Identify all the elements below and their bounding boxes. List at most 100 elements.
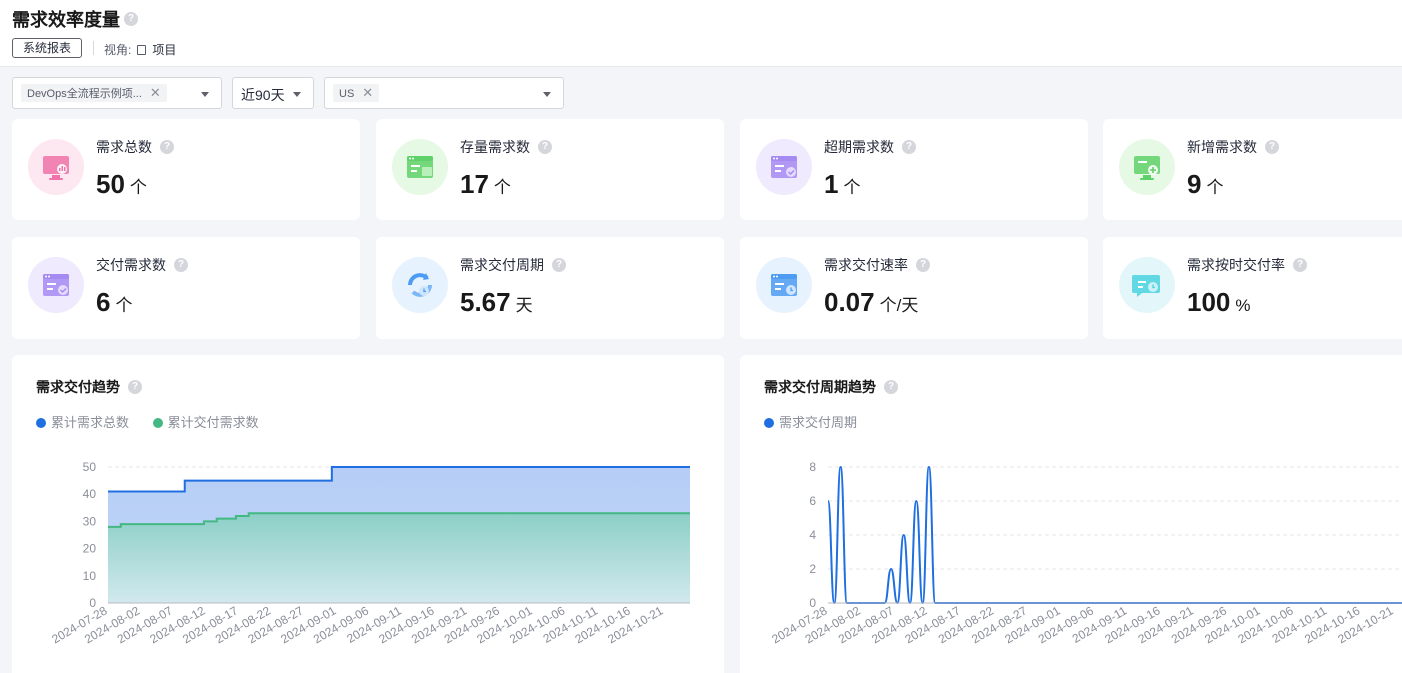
y-tick-label: 4 [809,528,816,542]
help-icon[interactable]: ? [1265,140,1279,155]
metric-number: 6 [96,287,111,317]
y-tick-label: 2 [809,562,816,576]
remove-tag-icon[interactable]: ✕ [362,85,373,100]
metric-label-text: 新增需求数 [1187,139,1257,155]
view-perspective: 视角: 项目 [104,41,176,58]
metric-label: 需求总数? [96,137,174,157]
window-clock-icon [771,274,797,296]
period-select[interactable]: 近90天 [232,77,314,109]
help-icon[interactable]: ? [552,258,566,273]
chevron-down-icon[interactable] [543,92,551,97]
remove-tag-icon[interactable]: ✕ [150,85,161,100]
y-tick-label: 20 [83,542,97,556]
metric-label-text: 需求总数 [96,139,152,155]
monitor-chart-icon [43,156,69,180]
type-tag: US ✕ [333,84,380,102]
monitor-plus-icon [1134,156,1160,180]
metric-card: 需求总数? 50 个 [12,119,360,220]
help-icon[interactable]: ? [538,140,552,155]
metric-card: 需求按时交付率? 100% [1103,237,1402,339]
view-value: 项目 [152,43,177,57]
metric-card: 存量需求数? 17 个 [376,119,724,220]
help-icon[interactable]: ? [916,258,930,273]
project-select[interactable]: DevOps全流程示例项... ✕ [12,77,222,109]
cycle-clock-icon [408,273,432,297]
chat-clock-icon [1132,275,1160,297]
metric-icon-bg [392,139,448,195]
cycle-trend-card: 需求交付周期趋势? 需求交付周期 0 2 4 6 8 2024-07-28 2024-08-… [740,355,1402,673]
metric-label: 需求按时交付率? [1187,255,1307,275]
y-tick-label: 40 [83,487,97,501]
metric-number: 5.67 [460,287,511,317]
metric-card: 新增需求数? 9个 [1103,119,1402,220]
page-header: 需求效率度量? 系统报表 视角: 项目 [0,0,1402,67]
metric-label-text: 需求按时交付率 [1187,257,1285,273]
y-tick-label: 8 [809,460,816,474]
metric-value: 5.67 天 [460,287,533,318]
chevron-down-icon[interactable] [293,92,301,97]
system-report-button[interactable]: 系统报表 [12,38,83,58]
metric-icon-bg [756,257,812,313]
view-label: 视角: [104,43,132,57]
metric-label-text: 交付需求数 [96,257,166,273]
window-list-icon [407,156,433,178]
metric-label: 存量需求数? [460,137,552,157]
metric-number: 0.07 [824,287,875,317]
type-select[interactable]: US ✕ [324,77,564,109]
metric-unit: 个/天 [879,296,919,315]
metric-icon-bg [1119,257,1175,313]
project-tag-text: DevOps全流程示例项... [27,88,142,100]
help-icon[interactable]: ? [174,258,188,273]
metric-label: 超期需求数? [824,137,916,157]
type-tag-text: US [339,88,355,100]
metric-card: 交付需求数? 6个 [12,237,360,339]
document-icon [137,45,147,55]
help-icon[interactable]: ? [124,12,138,27]
metric-number: 50 [96,169,125,199]
window-check-icon [771,156,797,178]
y-tick-label: 6 [809,494,816,508]
metric-label-text: 需求交付周期 [460,257,544,273]
metric-value: 9个 [1187,169,1223,200]
delivery-trend-card: 需求交付趋势? 累计需求总数 累计交付需求数 0 10 20 30 40 50 2024-0… [12,355,724,673]
window-check-icon [43,274,69,296]
y-tick-label: 10 [83,569,97,583]
help-icon[interactable]: ? [160,140,174,155]
metric-value: 50 个 [96,169,147,200]
cycle-trend-chart: 024682024-07-282024-08-022024-08-072024-… [769,460,1402,646]
y-tick-label: 30 [83,514,97,528]
delivery-trend-chart: 010203040502024-07-282024-08-022024-08-0… [49,460,690,646]
project-tag: DevOps全流程示例项... ✕ [21,84,167,102]
metric-unit: % [1235,296,1251,315]
metric-value: 1个 [824,169,860,200]
page-title: 需求效率度量? [12,6,138,32]
help-icon[interactable]: ? [902,140,916,155]
metric-number: 1 [824,169,839,199]
metric-icon-bg [28,139,84,195]
metric-label-text: 超期需求数 [824,139,894,155]
page-title-text: 需求效率度量 [12,10,120,30]
metric-unit: 个 [843,178,861,197]
metric-value: 100% [1187,287,1251,318]
help-icon[interactable]: ? [1293,258,1307,273]
period-value: 近90天 [241,87,285,103]
metric-label: 交付需求数? [96,255,188,275]
metric-label-text: 存量需求数 [460,139,530,155]
metric-card: 需求交付周期? 5.67 天 [376,237,724,339]
metric-unit: 个 [115,296,133,315]
series-area [108,513,690,603]
y-tick-label: 50 [83,460,97,474]
metric-icon-bg [392,257,448,313]
metric-icon-bg [756,139,812,195]
metric-number: 17 [460,169,489,199]
metric-value: 6个 [96,287,132,318]
metric-icon-bg [1119,139,1175,195]
metric-label-text: 需求交付速率 [824,257,908,273]
metric-label: 需求交付速率? [824,255,930,275]
metric-card: 超期需求数? 1个 [740,119,1088,220]
chevron-down-icon[interactable] [201,92,209,97]
metric-label: 新增需求数? [1187,137,1279,157]
metric-value: 17 个 [460,169,511,200]
metric-number: 100 [1187,287,1231,317]
metric-unit: 个 [129,178,147,197]
